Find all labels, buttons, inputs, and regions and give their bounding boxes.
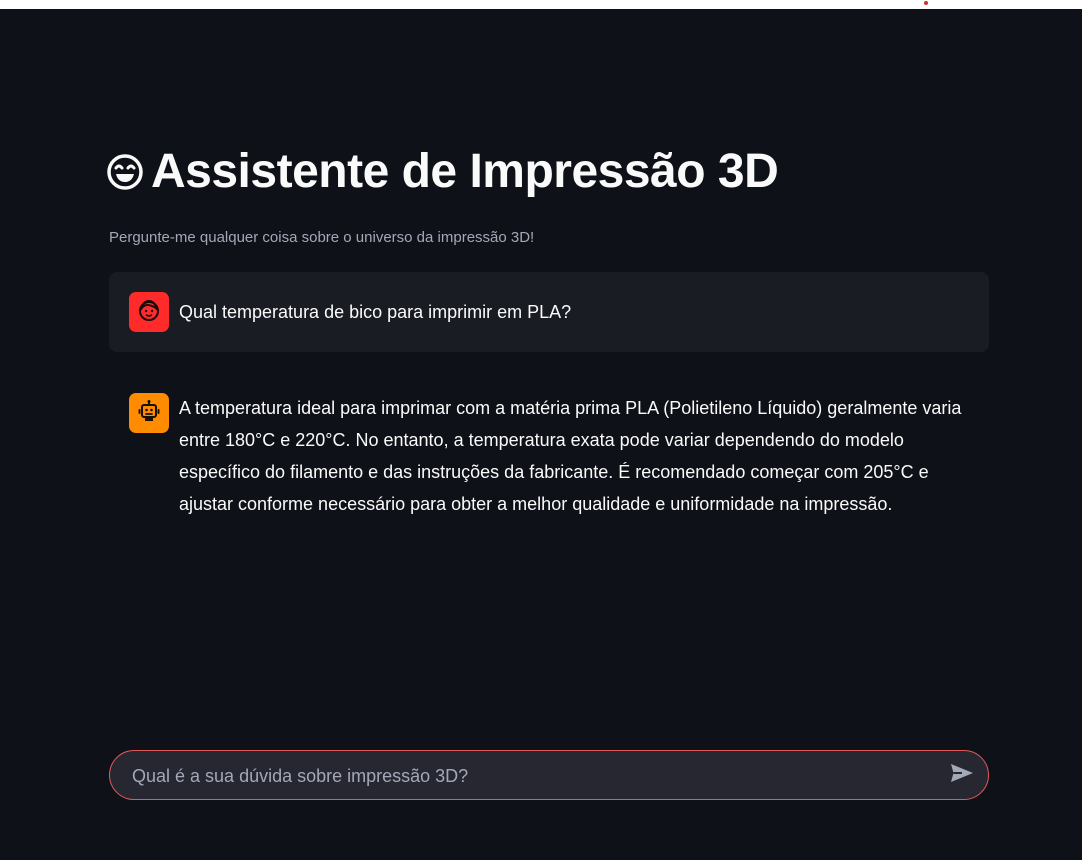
smiling-face-icon — [105, 152, 145, 192]
page-title-row: Assistente de Impressão 3D — [105, 143, 779, 201]
page-subtitle: Pergunte-me qualquer coisa sobre o unive… — [109, 229, 535, 246]
send-icon — [950, 763, 974, 788]
chat-input-field[interactable] — [130, 751, 934, 801]
user-face-icon — [137, 298, 161, 327]
assistant-avatar — [129, 393, 169, 433]
page-title: Assistente de Impressão 3D — [151, 145, 779, 198]
status-indicator-dot — [924, 1, 928, 5]
user-avatar — [129, 292, 169, 332]
user-message-text: Qual temperatura de bico para imprimir e… — [179, 302, 572, 322]
assistant-message-text: A temperatura ideal para imprimar com a … — [179, 398, 962, 514]
chat-message-user: Qual temperatura de bico para imprimir e… — [109, 272, 989, 352]
send-button[interactable] — [948, 762, 976, 788]
robot-icon — [137, 399, 161, 428]
top-header-strip — [0, 0, 1082, 9]
chat-input-container — [109, 750, 989, 801]
